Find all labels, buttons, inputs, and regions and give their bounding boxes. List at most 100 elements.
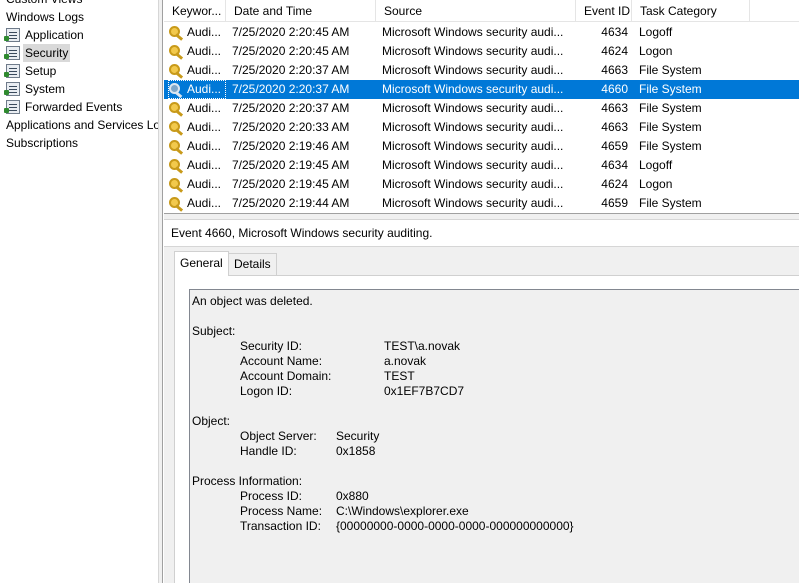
column-header-task-category[interactable]: Task Category	[632, 0, 750, 22]
task-category-cell: Logon	[639, 44, 673, 58]
tree-item-label: Security	[23, 44, 71, 62]
table-row[interactable]: Audi... 7/25/2020 2:20:37 AM Microsoft Win…	[164, 80, 799, 99]
tree-item-label: System	[25, 82, 66, 96]
event-log-icon	[4, 46, 20, 60]
keywords-cell: Audi...	[168, 156, 226, 175]
event-log-icon	[4, 28, 20, 42]
event-list[interactable]: Keywor... Date and Time Source Event ID …	[164, 0, 799, 213]
tree-item-custom-views[interactable]: Custom Views	[6, 0, 82, 8]
table-row[interactable]: Audi... 7/25/2020 2:19:45 AM Microsoft Win…	[164, 175, 799, 194]
tree-item-windows-logs[interactable]: Windows Logs	[6, 8, 84, 26]
task-category-cell: File System	[639, 196, 702, 210]
tree-item-application[interactable]: Application	[4, 26, 84, 44]
date-time-cell: 7/25/2020 2:20:45 AM	[232, 25, 350, 39]
keywords-text: Audi...	[187, 177, 222, 191]
source-cell: Microsoft Windows security audi...	[382, 120, 564, 134]
table-row[interactable]: Audi... 7/25/2020 2:20:45 AM Microsoft Win…	[164, 23, 799, 42]
keywords-text: Audi...	[187, 139, 222, 153]
date-time-cell: 7/25/2020 2:20:37 AM	[232, 82, 350, 96]
event-id-cell: 4663	[601, 63, 628, 77]
object-server-value: Security	[336, 429, 380, 443]
key-icon	[168, 101, 185, 116]
table-row[interactable]: Audi... 7/25/2020 2:19:45 AM Microsoft Win…	[164, 156, 799, 175]
general-tab-panel: An object was deleted. Subject: Security…	[174, 275, 799, 583]
event-description-box[interactable]: An object was deleted. Subject: Security…	[189, 289, 799, 583]
source-cell: Microsoft Windows security audi...	[382, 196, 564, 210]
table-row[interactable]: Audi... 7/25/2020 2:20:37 AM Microsoft Win…	[164, 61, 799, 80]
keywords-text: Audi...	[187, 196, 222, 210]
date-time-cell: 7/25/2020 2:20:37 AM	[232, 101, 350, 115]
tree-item-label: Application	[25, 28, 84, 42]
table-row[interactable]: Audi... 7/25/2020 2:20:37 AM Microsoft Win…	[164, 99, 799, 118]
event-id-cell: 4659	[601, 139, 628, 153]
column-header-event-id[interactable]: Event ID	[576, 0, 632, 22]
keywords-cell: Audi...	[168, 118, 226, 137]
date-time-cell: 7/25/2020 2:19:45 AM	[232, 177, 350, 191]
task-category-cell: Logoff	[639, 25, 673, 39]
security-id-label: Security ID:	[240, 339, 303, 353]
tree-item-forwarded-events[interactable]: Forwarded Events	[4, 98, 123, 116]
source-cell: Microsoft Windows security audi...	[382, 63, 564, 77]
keywords-text: Audi...	[187, 101, 222, 115]
process-id-label: Process ID:	[240, 489, 303, 503]
handle-id-label: Handle ID:	[240, 444, 297, 458]
navigation-tree: Custom Views Windows Logs Application Se…	[0, 0, 158, 583]
task-category-cell: File System	[639, 101, 702, 115]
table-row[interactable]: Audi... 7/25/2020 2:19:44 AM Microsoft Win…	[164, 194, 799, 213]
magnifier-icon	[168, 82, 185, 97]
key-icon	[168, 177, 185, 192]
tree-item-security[interactable]: Security	[4, 44, 71, 62]
key-icon	[168, 25, 185, 40]
date-time-cell: 7/25/2020 2:19:44 AM	[232, 196, 350, 210]
event-id-cell: 4660	[601, 82, 628, 96]
column-header-source[interactable]: Source	[376, 0, 576, 22]
tree-item-setup[interactable]: Setup	[4, 62, 57, 80]
key-icon	[168, 139, 185, 154]
handle-id-value: 0x1858	[336, 444, 376, 458]
transaction-id-value: {00000000-0000-0000-0000-000000000000}	[336, 519, 574, 533]
key-icon	[168, 158, 185, 173]
keywords-cell: Audi...	[168, 80, 226, 99]
vertical-splitter[interactable]	[158, 0, 163, 583]
keywords-cell: Audi...	[168, 42, 226, 61]
logon-id-label: Logon ID:	[240, 384, 293, 398]
object-header: Object:	[192, 414, 231, 428]
event-id-cell: 4634	[601, 158, 628, 172]
process-name-value: C:\Windows\explorer.exe	[336, 504, 469, 518]
process-info-header: Process Information:	[192, 474, 303, 488]
source-cell: Microsoft Windows security audi...	[382, 44, 564, 58]
source-cell: Microsoft Windows security audi...	[382, 158, 564, 172]
tree-item-label: Forwarded Events	[25, 100, 123, 114]
event-id-cell: 4663	[601, 101, 628, 115]
column-header-keywords[interactable]: Keywor...	[164, 0, 226, 22]
table-row[interactable]: Audi... 7/25/2020 2:19:46 AM Microsoft Win…	[164, 137, 799, 156]
column-header-date-time[interactable]: Date and Time	[226, 0, 376, 22]
keywords-text: Audi...	[187, 158, 222, 172]
tree-item-label: Custom Views	[6, 0, 82, 8]
tab-general[interactable]: General	[174, 251, 229, 276]
tree-item-label: Applications and Services Lo	[6, 118, 158, 132]
account-name-label: Account Name:	[240, 354, 323, 368]
event-id-cell: 4659	[601, 196, 628, 210]
description-headline: An object was deleted.	[192, 294, 313, 308]
source-cell: Microsoft Windows security audi...	[382, 25, 564, 39]
task-category-cell: File System	[639, 63, 702, 77]
date-time-cell: 7/25/2020 2:20:45 AM	[232, 44, 350, 58]
transaction-id-label: Transaction ID:	[240, 519, 321, 533]
event-detail-title: Event 4660, Microsoft Windows security a…	[164, 220, 799, 247]
event-log-icon	[4, 64, 20, 78]
source-cell: Microsoft Windows security audi...	[382, 177, 564, 191]
table-row[interactable]: Audi... 7/25/2020 2:20:45 AM Microsoft Win…	[164, 42, 799, 61]
task-category-cell: File System	[639, 139, 702, 153]
event-id-cell: 4663	[601, 120, 628, 134]
tree-item-system[interactable]: System	[4, 80, 66, 98]
tab-details[interactable]: Details	[228, 253, 277, 275]
tree-item-subscriptions[interactable]: Subscriptions	[6, 134, 78, 152]
task-category-cell: File System	[639, 82, 702, 96]
horizontal-splitter[interactable]	[164, 213, 799, 220]
tree-item-applications-and-services[interactable]: Applications and Services Lo	[6, 116, 158, 134]
table-row[interactable]: Audi... 7/25/2020 2:20:33 AM Microsoft Win…	[164, 118, 799, 137]
task-category-cell: File System	[639, 120, 702, 134]
tree-item-label: Setup	[25, 64, 57, 78]
event-list-header: Keywor... Date and Time Source Event ID …	[164, 0, 799, 22]
